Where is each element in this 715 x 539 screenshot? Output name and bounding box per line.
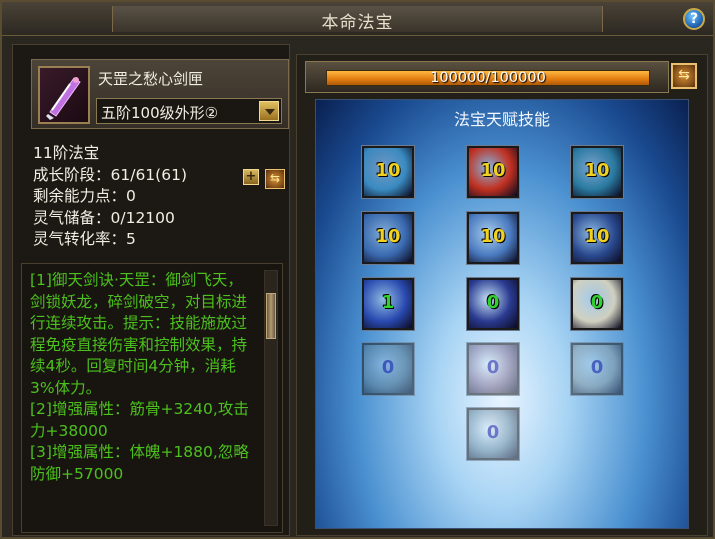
qi-conversion-text: 灵气转化率：5 (33, 230, 136, 248)
blade-icon[interactable]: 0 (570, 342, 624, 396)
talent-title: 法宝天赋技能 (453, 110, 550, 129)
tower-icon[interactable]: 10 (361, 145, 415, 199)
remaining-points-text: 剩余能力点：0 (33, 187, 136, 205)
skill-level: 0 (486, 292, 500, 313)
dive-icon[interactable]: 10 (570, 211, 624, 265)
form-select[interactable]: 五阶100级外形② (96, 98, 282, 124)
skill-level: 0 (486, 422, 500, 443)
artifact-info-panel: 天罡之愁心剑匣 五阶100级外形② 11阶法宝 成长阶段：61/61(61) 剩… (12, 44, 290, 536)
description-box: [1]御天剑诀·天罡：御剑飞天，剑锁妖龙，碎剑破空，对目标进行连续攻击。提示：技… (21, 263, 283, 533)
experience-frame: 100000/100000 (305, 61, 669, 93)
rank-text: 11阶法宝 (33, 144, 100, 162)
title-bar: 本命法宝 ? (2, 2, 713, 36)
add-growth-button[interactable]: + (243, 169, 259, 185)
skill-level: 10 (480, 226, 506, 247)
skill-level: 0 (590, 292, 604, 313)
talent-tree: 法宝天赋技能 10 10 10 10 10 10 1 0 0 0 0 0 0 (315, 99, 689, 529)
artifact-window: 本命法宝 ? 天罡之愁心剑匣 五阶100级外形② 11阶法宝 成长阶段：61/6… (0, 0, 715, 539)
scrollbar[interactable] (264, 270, 278, 526)
description-line: [2]增强属性：筋骨+3240,攻击力+38000 (30, 400, 249, 440)
item-header: 天罡之愁心剑匣 五阶100级外形② (31, 59, 289, 129)
skill-level: 0 (486, 357, 500, 378)
experience-text: 100000/100000 (430, 70, 546, 86)
window-title: 本命法宝 (321, 13, 394, 33)
sword-case-icon[interactable] (38, 66, 90, 124)
skill-level: 0 (590, 357, 604, 378)
growth-text: 成长阶段：61/61(61) (33, 165, 187, 184)
description-text: [1]御天剑诀·天罡：御剑飞天，剑锁妖龙，碎剑破空，对目标进行连续攻击。提示：技… (30, 270, 258, 485)
description-line: [1]御天剑诀·天罡：御剑飞天，剑锁妖龙，碎剑破空，对目标进行连续攻击。提示：技… (30, 271, 248, 397)
leaf-icon[interactable]: 0 (361, 342, 415, 396)
stats-list: 11阶法宝 成长阶段：61/61(61) 剩余能力点：0 灵气储备：0/1210… (33, 143, 187, 251)
swap-icon[interactable]: ⇆ (671, 63, 697, 89)
yin-yang-icon[interactable]: 0 (570, 277, 624, 331)
skill-level: 1 (381, 292, 395, 313)
wave-icon[interactable]: 10 (361, 211, 415, 265)
burst-icon[interactable]: 10 (466, 211, 520, 265)
form-select-value: 五阶100级外形② (101, 104, 219, 122)
skill-level: 10 (480, 160, 506, 181)
description-line: [3]增强属性：体魄+1880,忽略防御+57000 (30, 443, 249, 483)
talent-panel: 100000/100000 ⇆ 法宝天赋技能 10 10 10 10 10 10 1 0 0 0 0… (296, 54, 708, 536)
skill-level: 10 (375, 160, 401, 181)
skill-level: 0 (381, 357, 395, 378)
scrollbar-thumb[interactable] (266, 293, 276, 339)
experience-bar: 100000/100000 (326, 70, 650, 86)
item-name: 天罡之愁心剑匣 (98, 70, 204, 88)
feather-icon[interactable]: 0 (466, 342, 520, 396)
swap-icon[interactable]: ⇆ (265, 169, 285, 189)
skill-level: 10 (584, 226, 610, 247)
skill-level: 10 (375, 226, 401, 247)
spirit-icon[interactable]: 1 (361, 277, 415, 331)
swirl-icon[interactable]: 0 (466, 277, 520, 331)
aura-icon[interactable]: 0 (466, 407, 520, 461)
slash-icon[interactable]: 10 (466, 145, 520, 199)
chevron-down-icon[interactable] (259, 101, 279, 121)
help-button[interactable]: ? (683, 8, 705, 30)
skill-level: 10 (584, 160, 610, 181)
qi-storage-text: 灵气储备：0/12100 (33, 208, 175, 227)
fortress-icon[interactable]: 10 (570, 145, 624, 199)
